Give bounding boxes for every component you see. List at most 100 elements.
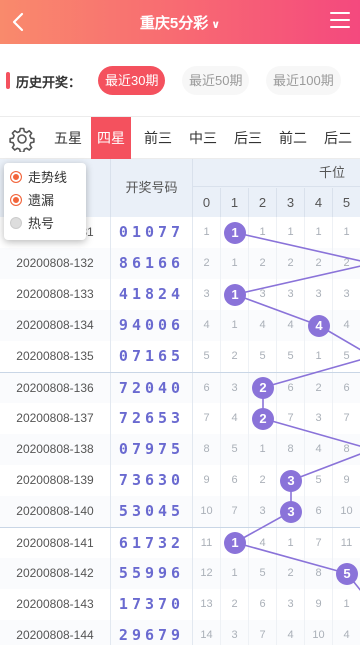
- menu-icon[interactable]: [330, 12, 350, 30]
- miss-count: 7: [333, 403, 360, 434]
- display-option[interactable]: 热号: [10, 213, 54, 235]
- miss-count: 5: [277, 341, 305, 372]
- miss-count: 1: [249, 434, 277, 465]
- play-type-tabs: 五星 四星 前三 中三 后三 前二 后二: [0, 116, 360, 159]
- radio-dot-icon: [10, 194, 22, 206]
- miss-count: 3: [249, 279, 277, 310]
- hit-ball: 1: [224, 283, 246, 306]
- period-option[interactable]: 最近30期: [98, 66, 166, 95]
- period-option[interactable]: 最近100期: [266, 66, 341, 95]
- miss-count: 4: [193, 310, 221, 341]
- hit-ball: 3: [280, 500, 302, 523]
- miss-count: 9: [193, 465, 221, 496]
- display-option[interactable]: 走势线: [10, 167, 67, 189]
- hit-ball: 5: [336, 562, 358, 585]
- tab-play-type[interactable]: 五星: [46, 117, 90, 159]
- miss-count: 14: [193, 620, 221, 645]
- draw-numbers: 73630: [111, 465, 193, 496]
- table-row: 20200808-135 07165 5 2 5 5 1 5: [0, 341, 360, 372]
- miss-count: 1: [193, 217, 221, 248]
- miss-count: 4: [249, 528, 277, 559]
- miss-count: 7: [221, 496, 249, 527]
- miss-count: 4: [333, 620, 360, 645]
- table-row: 20200808-144 29679 14 3 7 4 10 4: [0, 620, 360, 645]
- hit-ball: 1: [224, 221, 246, 244]
- miss-count: 10: [333, 496, 360, 527]
- miss-count: 1: [305, 217, 333, 248]
- radio-dot-icon: [10, 217, 22, 229]
- miss-count: 1: [249, 217, 277, 248]
- issue-number: 20200808-141: [0, 528, 111, 559]
- tab-play-type[interactable]: 四星: [91, 117, 131, 159]
- hit-ball: 1: [224, 531, 246, 554]
- table-row: 20200808-138 07975 8 5 1 8 4 8: [0, 434, 360, 465]
- draw-numbers: 55996: [111, 558, 193, 589]
- miss-count: 2: [193, 248, 221, 279]
- draw-numbers: 94006: [111, 310, 193, 341]
- miss-count: 7: [305, 528, 333, 559]
- gear-icon[interactable]: [9, 126, 35, 152]
- miss-count: 2: [249, 248, 277, 279]
- table-row: 20200808-143 17370 13 2 6 3 9 1: [0, 589, 360, 620]
- miss-count: 2: [333, 248, 360, 279]
- miss-count: 4: [277, 620, 305, 645]
- miss-count: 1: [305, 341, 333, 372]
- draw-numbers: 01077: [111, 217, 193, 248]
- miss-count: 1: [221, 310, 249, 341]
- hit-ball: 2: [252, 407, 274, 430]
- display-option-label: 热号: [28, 216, 55, 231]
- number-header: 开奖号码: [111, 159, 193, 217]
- tab-play-type[interactable]: 前二: [271, 117, 315, 159]
- issue-number: 20200808-138: [0, 434, 111, 465]
- tab-play-type[interactable]: 后二: [316, 117, 360, 159]
- period-option[interactable]: 最近50期: [182, 66, 250, 95]
- issue-number: 20200808-142: [0, 558, 111, 589]
- draw-numbers: 53045: [111, 496, 193, 527]
- draw-numbers: 61732: [111, 528, 193, 559]
- table-row: 20200808-142559961215285: [0, 558, 360, 589]
- table-row: 20200808-132 86166 2 1 2 2 2 2: [0, 248, 360, 279]
- lottery-title-text: 重庆5分彩: [139, 15, 209, 32]
- miss-count: 3: [305, 403, 333, 434]
- digit-header: 3: [277, 188, 305, 217]
- miss-count: 5: [193, 341, 221, 372]
- miss-count: 5: [333, 341, 360, 372]
- miss-count: 2: [305, 373, 333, 404]
- miss-count: 7: [249, 620, 277, 645]
- issue-number: 20200808-132: [0, 248, 111, 279]
- miss-count: 3: [277, 589, 305, 620]
- tab-play-type[interactable]: 中三: [181, 117, 225, 159]
- miss-count: 6: [249, 589, 277, 620]
- history-label: 历史开奖：: [16, 75, 82, 90]
- display-option[interactable]: 遗漏: [10, 190, 54, 212]
- chevron-down-icon: ∨: [211, 19, 221, 31]
- tab-play-type[interactable]: 后三: [226, 117, 270, 159]
- miss-count: 8: [305, 558, 333, 589]
- draw-numbers: 29679: [111, 620, 193, 645]
- trend-table: 20200808-13101077111111120200808-1328616…: [0, 217, 360, 645]
- miss-count: 5: [249, 558, 277, 589]
- miss-count: 12: [193, 558, 221, 589]
- table-row: 20200808-1405304510733610: [0, 496, 360, 527]
- miss-count: 1: [221, 558, 249, 589]
- radio-dot-icon: [10, 171, 22, 183]
- tab-play-type[interactable]: 前三: [136, 117, 180, 159]
- draw-numbers: 17370: [111, 589, 193, 620]
- lottery-title[interactable]: 重庆5分彩 ∨: [0, 12, 360, 33]
- miss-count: 2: [249, 465, 277, 496]
- miss-count: 10: [193, 496, 221, 527]
- miss-count: 1: [277, 528, 305, 559]
- digit-header: 0: [193, 188, 221, 217]
- draw-numbers: 07165: [111, 341, 193, 372]
- miss-count: 3: [305, 279, 333, 310]
- miss-count: 6: [193, 373, 221, 404]
- digit-header: 4: [305, 188, 333, 217]
- table-row: 20200808-13772653742737: [0, 403, 360, 434]
- table-row: 20200808-13341824313333: [0, 279, 360, 310]
- app-header: 重庆5分彩 ∨: [0, 0, 360, 44]
- miss-count: 2: [277, 248, 305, 279]
- miss-count: 8: [277, 434, 305, 465]
- draw-numbers: 72040: [111, 373, 193, 404]
- miss-count: 9: [333, 465, 360, 496]
- miss-count: 3: [249, 496, 277, 527]
